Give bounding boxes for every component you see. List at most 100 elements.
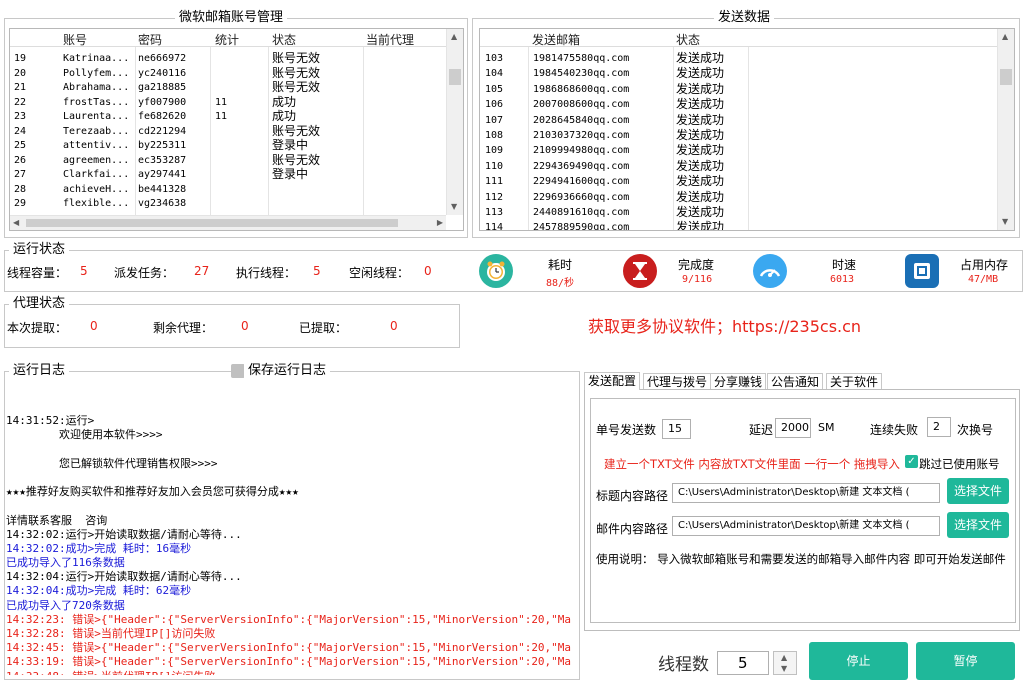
row-email: 2103037320qq.com [533,130,630,141]
save-log-label[interactable]: 保存运行日志 [244,363,331,379]
remain-label: 剩余代理： [153,321,214,335]
table-row[interactable]: 19 Katrinaa... ne666972 账号无效 [10,51,446,66]
scroll-thumb[interactable] [1000,69,1012,85]
stop-button[interactable]: 停止 [809,642,908,680]
delay-unit: SM [818,421,835,434]
table-row[interactable]: 27 Clarkfai... ay297441 登录中 [10,167,446,182]
per-send-input[interactable]: 15 [662,419,691,439]
row-email: 2296936660qq.com [533,191,630,203]
table-row[interactable]: 106 2007008600qq.com 发送成功 [480,97,997,112]
threads-spinner[interactable]: ▲ ▼ [773,651,797,675]
row-number: 20 [14,67,27,79]
promo-link[interactable]: 获取更多协议软件；https://235cs.cn [588,313,861,337]
col-send-status[interactable]: 状态 [676,31,700,48]
table-row[interactable]: 25 attentiv... by225311 登录中 [10,138,446,153]
stat-progress-value: 9/116 [682,274,713,285]
table-row[interactable]: 103 1981475580qq.com 发送成功 [480,51,997,66]
exec-value: 5 [313,264,321,278]
col-password[interactable]: 密码 [138,31,162,48]
save-log-checkbox[interactable] [231,364,245,378]
scroll-down-icon[interactable]: ▼ [1002,217,1008,227]
fail-input[interactable]: 2 [927,417,951,437]
table-row[interactable]: 105 1986868600qq.com 发送成功 [480,82,997,97]
mail-path-label: 邮件内容路径 [596,522,669,536]
row-account: achieveH... [63,183,130,195]
delay-input[interactable]: 2000 [775,418,811,438]
row-number: 104 [485,68,504,80]
table-row[interactable]: 20 Pollyfem... yc240116 账号无效 [10,66,446,81]
send-vscroll[interactable]: ▲ ▼ [997,29,1014,230]
skip-used-label[interactable]: 跳过已使用账号 [919,456,1000,472]
scroll-left-icon[interactable]: ◀ [13,218,19,228]
tab-proxy-dial[interactable]: 代理与拨号 [643,373,712,390]
row-email: 2294941600qq.com [533,176,630,188]
tab-send-config[interactable]: 发送配置 [584,372,641,390]
usage-text: 使用说明： 导入微软邮箱账号和需要发送的邮箱导入邮件内容 即可开始发送邮件 [596,552,1006,566]
table-row[interactable]: 21 Abrahama... ga218885 账号无效 [10,80,446,95]
choose-title-file-button[interactable]: 选择文件 [947,478,1009,504]
table-row[interactable]: 111 2294941600qq.com 发送成功 [480,174,997,189]
title-path-input[interactable]: C:\Users\Administrator\Desktop\新建 文本文档 ( [672,483,940,503]
row-status: 发送成功 [676,97,725,112]
accounts-table[interactable]: 账号 密码 统计 状态 当前代理 19 Katrinaa... ne666972 账号… [9,28,464,231]
scroll-right-icon[interactable]: ▶ [437,218,443,228]
table-row[interactable]: 24 Terezaab... cd221294 账号无效 [10,124,446,139]
scroll-up-icon[interactable]: ▲ [451,32,457,42]
alarm-clock-icon [479,254,513,288]
row-status: 账号无效 [272,123,321,138]
spin-up-icon[interactable]: ▲ [781,653,787,663]
tab-share-earn[interactable]: 分享赚钱 [710,373,767,390]
spin-down-icon[interactable]: ▼ [781,664,787,674]
tab-announcement[interactable]: 公告通知 [767,373,824,390]
row-status: 成功 [272,109,297,123]
accounts-hscroll[interactable]: ◀ ▶ [10,215,446,230]
choose-mail-file-button[interactable]: 选择文件 [947,512,1009,538]
scroll-up-icon[interactable]: ▲ [1002,32,1008,42]
stat-speed-value: 6013 [830,274,855,285]
log-line: 已成功导入了116条数据 [6,556,125,570]
table-row[interactable]: 107 2028645840qq.com 发送成功 [480,113,997,128]
row-number: 21 [14,82,27,93]
col-proxy[interactable]: 当前代理 [366,31,414,48]
threads-input[interactable]: 5 [717,651,769,675]
pause-button[interactable]: 暂停 [916,642,1015,680]
row-number: 23 [14,111,27,122]
table-row[interactable]: 113 2440891610qq.com 发送成功 [480,205,997,220]
row-number: 103 [485,53,504,64]
table-row[interactable]: 29 flexible... vg234638 [10,196,446,211]
memory-chip-icon [905,254,939,288]
row-email: 2294369490qq.com [533,160,630,172]
row-status: 发送成功 [676,81,725,96]
table-row[interactable]: 28 achieveH... be441328 [10,182,446,197]
row-status: 账号无效 [272,80,321,94]
table-row[interactable]: 110 2294369490qq.com 发送成功 [480,159,997,174]
col-account[interactable]: 账号 [63,31,87,48]
row-status: 登录中 [272,138,309,152]
table-row[interactable]: 22 frostTas... yf007900 11 成功 [10,95,446,110]
table-row[interactable]: 112 2296936660qq.com 发送成功 [480,190,997,205]
row-account: Clarkfai... [63,169,130,180]
skip-used-checkbox[interactable]: ✓ [905,455,918,468]
accounts-vscroll[interactable]: ▲ ▼ [446,29,463,215]
row-number: 105 [485,83,504,95]
table-row[interactable]: 109 2109994980qq.com 发送成功 [480,143,997,158]
col-count[interactable]: 统计 [215,31,239,48]
table-row[interactable]: 108 2103037320qq.com 发送成功 [480,128,997,143]
scroll-thumb[interactable] [449,69,461,85]
row-email: 2440891610qq.com [533,207,630,218]
fetch-value: 0 [90,319,98,333]
table-row[interactable]: 26 agreemen... ec353287 账号无效 [10,153,446,168]
stat-time-value: 88/秒 [546,278,575,289]
tab-about[interactable]: 关于软件 [826,373,883,390]
table-row[interactable]: 104 1984540230qq.com 发送成功 [480,66,997,81]
hscroll-thumb[interactable] [26,219,398,227]
log-line: 14:33:19: 错误>{"Header":{"ServerVersionIn… [6,655,572,669]
table-row[interactable]: 114 2457889590qq.com 发送成功 [480,220,997,230]
col-send-email[interactable]: 发送邮箱 [532,31,580,48]
col-status[interactable]: 状态 [272,31,296,48]
mail-path-input[interactable]: C:\Users\Administrator\Desktop\新建 文本文档 ( [672,516,940,536]
send-table[interactable]: 发送邮箱 状态 103 1981475580qq.com 发送成功 104 198454… [479,28,1015,231]
table-row[interactable]: 23 Laurenta... fe682620 11 成功 [10,109,446,124]
scroll-down-icon[interactable]: ▼ [451,202,457,212]
